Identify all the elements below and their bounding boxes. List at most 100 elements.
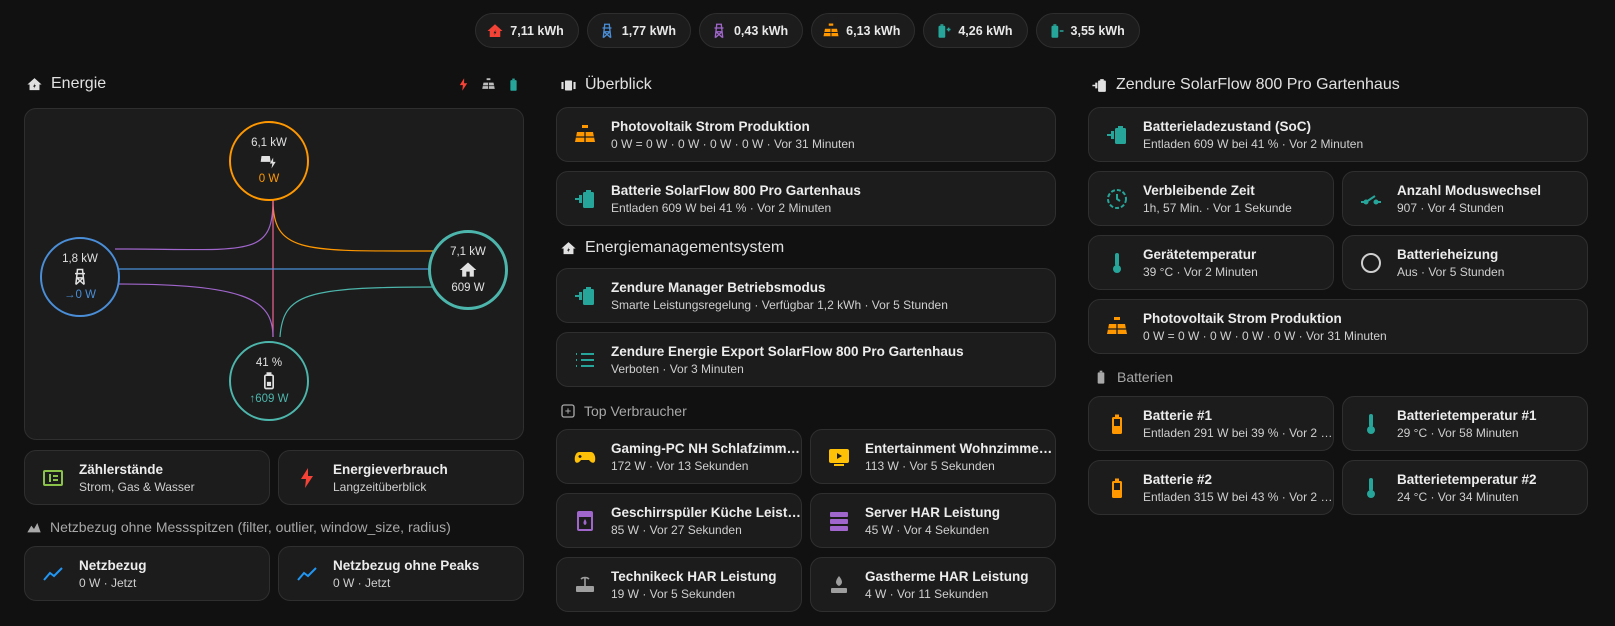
energy-flow-card[interactable]: 6,1 kW 0 W 1,8 kW →0 W 7,1 kW 609 W 41 %… [24, 108, 524, 440]
tile-subtitle: 113 W · Vor 5 Sekunden [865, 458, 995, 473]
tile-subtitle: 907 · Vor 4 Stunden [1397, 200, 1504, 215]
tile-title: Photovoltaik Strom Produktion [1143, 310, 1342, 326]
solar-panel-icon [575, 124, 595, 142]
batteries-title: Batterien [1117, 369, 1174, 385]
tile-subtitle: 24 °C · Vor 34 Minuten [1397, 489, 1519, 504]
tile-title: Batterietemperatur #2 [1397, 471, 1537, 487]
chip-label: 3,55 kWh [1070, 23, 1125, 38]
tile-title: Verbleibende Zeit [1143, 182, 1255, 198]
soc-tile[interactable]: Batterieladezustand (SoC) Entladen 609 W … [1088, 107, 1588, 162]
battery-power-value: ↑609 W [249, 393, 289, 405]
tile-title: Photovoltaik Strom Produktion [611, 118, 810, 134]
tile-title: Batterieheizung [1397, 246, 1499, 262]
tile-subtitle: 85 W · Vor 27 Sekunden [611, 522, 742, 537]
zendure-export-tile[interactable]: Zendure Energie Export SolarFlow 800 Pro… [556, 332, 1056, 387]
battery-icon [264, 372, 274, 390]
tile-title: Batterieladezustand (SoC) [1143, 118, 1312, 134]
solar-return-value: 0 W [258, 173, 280, 185]
battery-icon[interactable] [506, 77, 521, 92]
energy-usage-tile[interactable]: Energieverbrauch Langzeitüberblick [278, 450, 524, 505]
tile-subtitle: Langzeitüberblick [333, 479, 427, 494]
tile-subtitle: 1h, 57 Min. · Vor 1 Sekunde [1143, 200, 1292, 215]
transmission-tower-icon [75, 268, 85, 286]
chip-battery-charge[interactable]: 4,26 kWh [923, 13, 1028, 48]
chip-battery-discharge[interactable]: 3,55 kWh [1035, 13, 1140, 48]
tile-title: Anzahl Moduswechsel [1397, 182, 1542, 198]
solar-power-value: 6,1 kW [251, 137, 287, 149]
tile-title: Netzbezug ohne Peaks [333, 557, 480, 573]
tile-title: Technikeck HAR Leistung [611, 568, 777, 584]
solar-panel-icon [823, 23, 839, 36]
battery-plug-icon [575, 286, 594, 305]
battery-solarflow-tile[interactable]: Batterie SolarFlow 800 Pro Gartenhaus Ent… [556, 171, 1056, 226]
solar-node[interactable]: 6,1 kW 0 W [229, 121, 309, 201]
tile-title: Gaming-PC NH Schlafzimmer Leistung [611, 440, 801, 456]
tile-subtitle: 0 W · Jetzt [333, 575, 391, 590]
energy-header: Energie [26, 70, 526, 98]
switch-icon [1361, 194, 1381, 204]
chip-label: 0,43 kWh [733, 23, 789, 38]
battery-node[interactable]: 41 % ↑609 W [229, 341, 309, 421]
battery-plug-icon [1107, 125, 1126, 144]
grid-node[interactable]: 1,8 kW →0 W [40, 237, 120, 317]
chip-home-consumption[interactable]: 7,11 kWh [475, 13, 579, 48]
consumer-dishwasher-tile[interactable]: Geschirrspüler Küche Leistung 85 W · Vor … [556, 493, 802, 548]
list-icon [576, 352, 594, 367]
netzbezug-tile[interactable]: Netzbezug 0 W · Jetzt [24, 546, 270, 601]
zendure-title: Zendure SolarFlow 800 Pro Gartenhaus [1116, 76, 1400, 93]
tile-title: Energieverbrauch [333, 461, 448, 477]
transmission-tower-import-icon [602, 23, 612, 38]
thermometer-icon [1113, 252, 1121, 273]
chip-label: 1,77 kWh [621, 23, 676, 38]
chip-label: 6,13 kWh [846, 23, 901, 38]
lightning-icon [301, 467, 313, 488]
consumer-entertainment-tile[interactable]: Entertainment Wohnzimmer Leistung 113 W ·… [810, 429, 1056, 484]
tile-subtitle: 39 °C · Vor 2 Minuten [1143, 264, 1258, 279]
home-battery-value: 609 W [451, 282, 485, 294]
energy-header-icons [456, 77, 521, 92]
consumer-server-tile[interactable]: Server HAR Leistung 45 W · Vor 4 Sekunden [810, 493, 1056, 548]
chip-grid-export[interactable]: 0,43 kWh [698, 13, 804, 48]
batteries-header: Batterien [1093, 364, 1173, 390]
lightning-icon[interactable] [456, 77, 471, 92]
chip-solar[interactable]: 6,13 kWh [811, 13, 916, 48]
router-icon [576, 576, 594, 592]
thermometer-icon [1367, 413, 1375, 434]
meter-readings-tile[interactable]: Zählerstände Strom, Gas & Wasser [24, 450, 270, 505]
thermometer-icon [1367, 477, 1375, 498]
tile-subtitle: Verboten · Vor 3 Minuten [611, 361, 744, 376]
chip-grid-import[interactable]: 1,77 kWh [586, 13, 691, 48]
zendure-betriebsmodus-tile[interactable]: Zendure Manager Betriebsmodus Smarte Leis… [556, 268, 1056, 323]
consumer-gaming-pc-tile[interactable]: Gaming-PC NH Schlafzimmer Leistung 172 W … [556, 429, 802, 484]
meter-icon [43, 469, 63, 486]
home-node[interactable]: 7,1 kW 609 W [428, 230, 508, 310]
tile-subtitle: Entladen 609 W bei 41 % · Vor 2 Minuten [1143, 136, 1364, 151]
tile-title: Zendure Energie Export SolarFlow 800 Pro… [611, 343, 964, 359]
device-temperature-tile[interactable]: Gerätetemperatur 39 °C · Vor 2 Minuten [1088, 235, 1334, 290]
tile-subtitle: 0 W · Jetzt [79, 575, 137, 590]
battery-heating-tile[interactable]: Batterieheizung Aus · Vor 5 Stunden [1342, 235, 1588, 290]
consumer-gastherme-tile[interactable]: Gastherme HAR Leistung 4 W · Vor 11 Sekun… [810, 557, 1056, 612]
ems-header: Energiemanagementsystem [560, 234, 784, 262]
circle-outline-icon [1361, 252, 1381, 273]
zendure-pv-production-tile[interactable]: Photovoltaik Strom Produktion 0 W = 0 W ·… [1088, 299, 1588, 354]
consumer-technikeck-tile[interactable]: Technikeck HAR Leistung 19 W · Vor 5 Seku… [556, 557, 802, 612]
grid-import-value: 1,8 kW [62, 253, 98, 265]
battery-2-temperature-tile[interactable]: Batterietemperatur #2 24 °C · Vor 34 Minu… [1342, 460, 1588, 515]
netzbezug-ohne-peaks-tile[interactable]: Netzbezug ohne Peaks 0 W · Jetzt [278, 546, 524, 601]
chart-area-icon [27, 523, 41, 533]
mode-switch-count-tile[interactable]: Anzahl Moduswechsel 907 · Vor 4 Stunden [1342, 171, 1588, 226]
solar-panel-icon[interactable] [481, 77, 496, 92]
remaining-time-tile[interactable]: Verbleibende Zeit 1h, 57 Min. · Vor 1 Sek… [1088, 171, 1334, 226]
battery-icon [1112, 414, 1122, 434]
battery-1-temperature-tile[interactable]: Batterietemperatur #1 29 °C · Vor 58 Minu… [1342, 396, 1588, 451]
pv-production-tile[interactable]: Photovoltaik Strom Produktion 0 W = 0 W ·… [556, 107, 1056, 162]
battery-charging-icon [938, 23, 951, 38]
ems-title: Energiemanagementsystem [585, 239, 785, 256]
summary-chips: 7,11 kWh 1,77 kWh 0,43 kWh 6,13 kWh 4,26… [0, 13, 1615, 48]
battery-icon [1112, 478, 1122, 498]
energy-title: Energie [51, 75, 107, 92]
tile-title: Batterie SolarFlow 800 Pro Gartenhaus [611, 182, 861, 198]
battery-2-tile[interactable]: Batterie #2 Entladen 315 W bei 43 % · Vor… [1088, 460, 1334, 515]
battery-1-tile[interactable]: Batterie #1 Entladen 291 W bei 39 % · Vor… [1088, 396, 1334, 451]
